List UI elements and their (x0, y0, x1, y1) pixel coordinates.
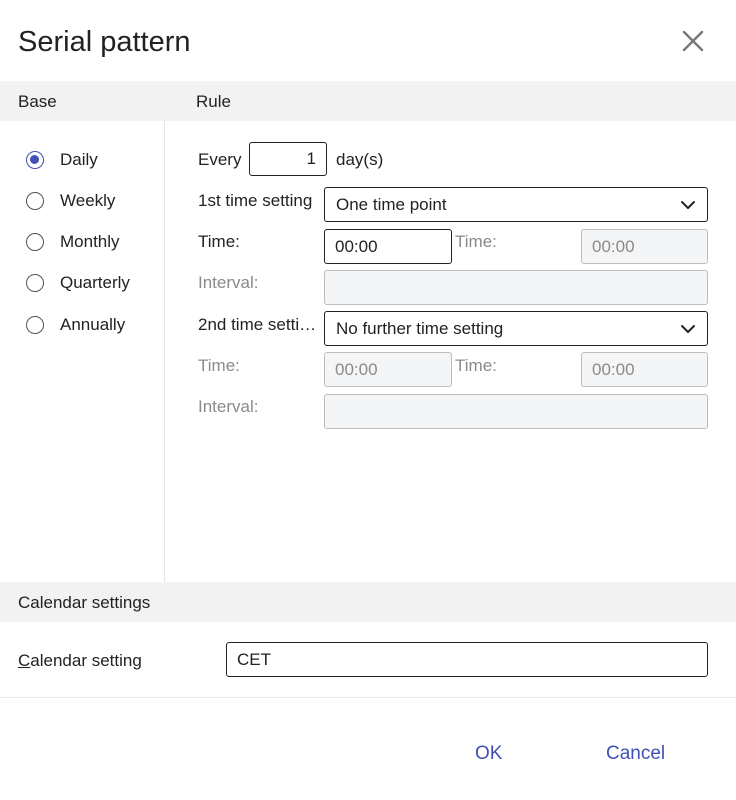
second-time-setting-select[interactable]: No further time setting (324, 311, 708, 346)
select-value: One time point (336, 194, 447, 214)
select-value: No further time setting (336, 318, 504, 338)
base-header: Base (18, 92, 57, 111)
time2b-label: Time: (455, 356, 497, 375)
first-time-setting-select[interactable]: One time point (324, 187, 708, 222)
radio-daily[interactable]: Daily (26, 148, 98, 172)
close-icon[interactable] (680, 28, 706, 54)
radio-quarterly[interactable]: Quarterly (26, 271, 130, 295)
second-time-setting-label: 2nd time setti… (198, 315, 317, 334)
radio-monthly[interactable]: Monthly (26, 230, 120, 254)
interval2-input (324, 394, 708, 429)
calendar-setting-input[interactable] (226, 642, 708, 677)
radio-annually[interactable]: Annually (26, 313, 125, 337)
time2b-input (581, 352, 708, 387)
calendar-setting-label: Calendar setting (18, 651, 142, 670)
time1b-input (581, 229, 708, 264)
time2-input (324, 352, 452, 387)
column-divider (164, 121, 165, 582)
radio-label: Annually (60, 315, 126, 334)
rule-header: Rule (196, 92, 231, 111)
calendar-section-title: Calendar settings (18, 593, 151, 612)
time1-label: Time: (198, 232, 240, 251)
interval1-label: Interval: (198, 273, 259, 292)
unit-label: day(s) (336, 150, 384, 169)
every-value-input[interactable] (249, 142, 327, 176)
section-header-band (0, 81, 736, 121)
first-time-setting-label: 1st time setting (198, 191, 313, 210)
radio-label: Monthly (60, 232, 120, 251)
dialog-title: Serial pattern (18, 26, 191, 58)
interval2-label: Interval: (198, 397, 259, 416)
radio-button[interactable] (26, 274, 44, 292)
every-label: Every (198, 150, 242, 169)
chevron-down-icon (681, 200, 695, 209)
radio-button-checked[interactable] (26, 151, 44, 169)
footer-divider (0, 697, 736, 698)
cancel-button[interactable]: Cancel (606, 743, 665, 765)
radio-button[interactable] (26, 192, 44, 210)
radio-button[interactable] (26, 233, 44, 251)
radio-label: Weekly (60, 191, 116, 210)
radio-label: Daily (60, 150, 98, 169)
interval1-input (324, 270, 708, 305)
time2-label: Time: (198, 356, 240, 375)
ok-button[interactable]: OK (475, 743, 502, 765)
radio-label: Quarterly (60, 273, 130, 292)
radio-button[interactable] (26, 316, 44, 334)
radio-weekly[interactable]: Weekly (26, 189, 115, 213)
chevron-down-icon (681, 324, 695, 333)
time1b-label: Time: (455, 232, 497, 251)
time1-input[interactable] (324, 229, 452, 264)
